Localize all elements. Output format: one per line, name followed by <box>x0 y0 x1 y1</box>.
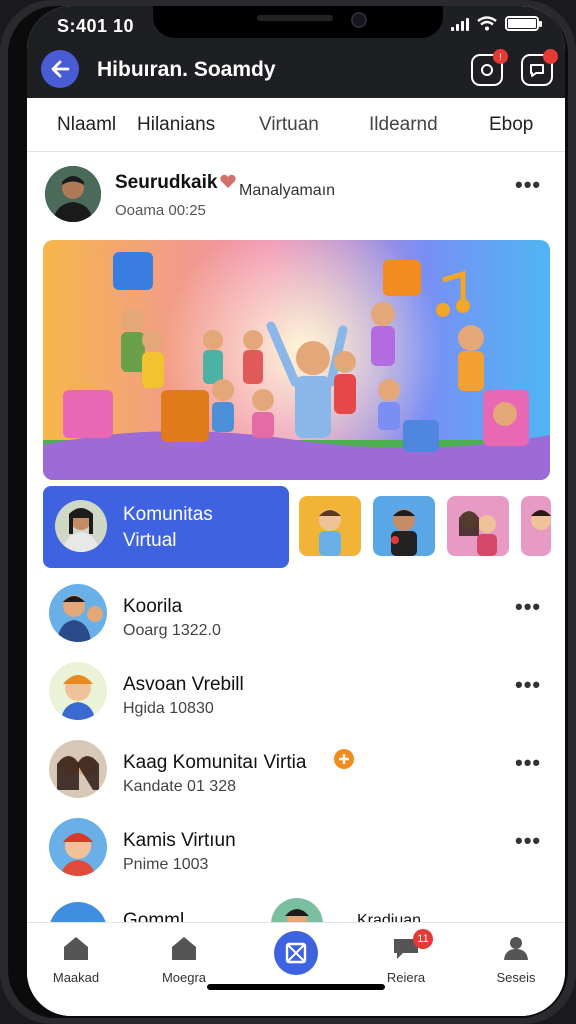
avatar <box>49 662 107 720</box>
notification-badge: 11 <box>413 929 433 949</box>
compose-icon <box>285 942 307 964</box>
list-item[interactable]: Gomml Kradiuan <box>27 894 565 922</box>
camera-icon <box>481 64 493 76</box>
avatar[interactable] <box>45 166 101 222</box>
chat-icon <box>530 64 544 77</box>
more-options-button[interactable]: ••• <box>515 672 541 698</box>
list-item-name: Gomml <box>123 910 185 922</box>
community-thumbnail[interactable] <box>521 496 551 556</box>
community-card[interactable]: Komunitas Virtual <box>43 486 289 568</box>
tab-bar: Nlaaml Hilanians Virtuan Ildearnd Ebop <box>27 98 565 152</box>
community-card-subtitle: Virtual <box>123 530 177 551</box>
person-photo <box>45 166 101 222</box>
list-item[interactable]: Kamis Virtıun Pnime 1003 ••• <box>27 816 565 894</box>
front-camera <box>351 12 367 28</box>
nav-label: Seseis <box>496 970 536 985</box>
tab-ebop[interactable]: Ebop <box>489 114 533 136</box>
notification-dot: ! <box>493 49 508 64</box>
list-item-name: Asvoan Vrebill <box>123 674 244 695</box>
nav-item-profile[interactable]: Seseis <box>471 935 561 985</box>
list-item-name: Kradiuan <box>357 912 422 922</box>
battery-icon <box>505 16 542 31</box>
notification-dot <box>543 49 558 64</box>
more-options-button[interactable]: ••• <box>515 172 541 198</box>
nav-item-moegra[interactable]: Moegra <box>139 935 229 985</box>
post-image[interactable] <box>43 240 550 480</box>
party-illustration <box>43 240 550 480</box>
home-icon <box>172 937 196 960</box>
avatar <box>271 898 323 922</box>
arrow-left-icon <box>51 60 70 78</box>
phone-frame: S:401 10 Hibuıran. Soamdy ! Nlaaml Hilan… <box>0 0 576 1024</box>
home-icon <box>64 937 88 960</box>
avatar <box>49 818 107 876</box>
heart-icon <box>220 174 236 188</box>
community-thumbnail[interactable] <box>373 496 435 556</box>
avatar <box>49 584 107 642</box>
more-options-button[interactable]: ••• <box>515 750 541 776</box>
more-options-button[interactable]: ••• <box>515 594 541 620</box>
avatar <box>49 740 107 798</box>
add-circle-icon <box>334 749 354 769</box>
back-button[interactable] <box>41 50 79 88</box>
community-strip: Komunitas Virtual <box>43 486 551 570</box>
tab-nlaaml[interactable]: Nlaaml <box>57 114 116 136</box>
status-time: S:401 10 <box>57 16 135 36</box>
list-item[interactable]: Kaag Komunitaı Virtia Kandate 01 328 ••• <box>27 738 565 816</box>
signal-icon <box>451 17 469 31</box>
camera-button[interactable]: ! <box>471 49 508 86</box>
community-thumbnail[interactable] <box>299 496 361 556</box>
post-subtitle: Manalyamaın <box>239 182 336 199</box>
phone-bezel: S:401 10 Hibuıran. Soamdy ! Nlaaml Hilan… <box>8 6 568 1018</box>
home-indicator <box>207 984 385 990</box>
status-icons <box>451 16 542 31</box>
list-item-subtitle: Hgida 10830 <box>123 700 214 717</box>
bottom-nav: Maakad Moegra 11 Reiera Seseis <box>27 922 565 1016</box>
list-item-subtitle: Ooarg 1322.0 <box>123 622 221 639</box>
community-card-title: Komunitas <box>123 504 213 525</box>
nav-label: Reiera <box>386 970 426 985</box>
nav-label: Maakad <box>52 970 100 985</box>
nav-item-reiera[interactable]: 11 Reiera <box>361 929 451 985</box>
page-title: Hibuıran. Soamdy <box>97 58 276 81</box>
community-thumbnail[interactable] <box>447 496 509 556</box>
avatar <box>49 902 107 922</box>
list-item-subtitle: Kandate 01 328 <box>123 778 236 795</box>
wifi-icon <box>477 16 497 31</box>
speaker <box>257 15 333 21</box>
list-item-name: Kaag Komunitaı Virtia <box>123 752 307 773</box>
post-header: Seurudkaik Manalyamaın Ooama 00:25 ••• <box>27 156 565 236</box>
post-timestamp: Ooama 00:25 <box>115 202 206 219</box>
list-item-name: Kamis Virtıun <box>123 830 236 851</box>
more-options-button[interactable]: ••• <box>515 828 541 854</box>
list-item-name: Koorila <box>123 596 183 617</box>
create-button[interactable] <box>274 931 318 975</box>
tab-virtuan[interactable]: Virtuan <box>259 114 319 136</box>
list-item[interactable]: Koorila Ooarg 1322.0 ••• <box>27 582 565 660</box>
messages-button[interactable] <box>521 49 558 86</box>
app-screen: S:401 10 Hibuıran. Soamdy ! Nlaaml Hilan… <box>27 6 565 1016</box>
nav-label: Moegra <box>161 970 207 985</box>
profile-icon <box>504 937 528 960</box>
tab-ildearnd[interactable]: Ildearnd <box>369 114 438 136</box>
notch <box>153 6 443 38</box>
list-item[interactable]: Asvoan Vrebill Hgida 10830 ••• <box>27 660 565 738</box>
post-author[interactable]: Seurudkaik <box>115 172 217 194</box>
list-item-subtitle: Pnime 1003 <box>123 856 209 873</box>
community-avatar <box>55 500 107 552</box>
tab-hilanians[interactable]: Hilanians <box>137 114 215 136</box>
nav-item-home[interactable]: Maakad <box>31 935 121 985</box>
